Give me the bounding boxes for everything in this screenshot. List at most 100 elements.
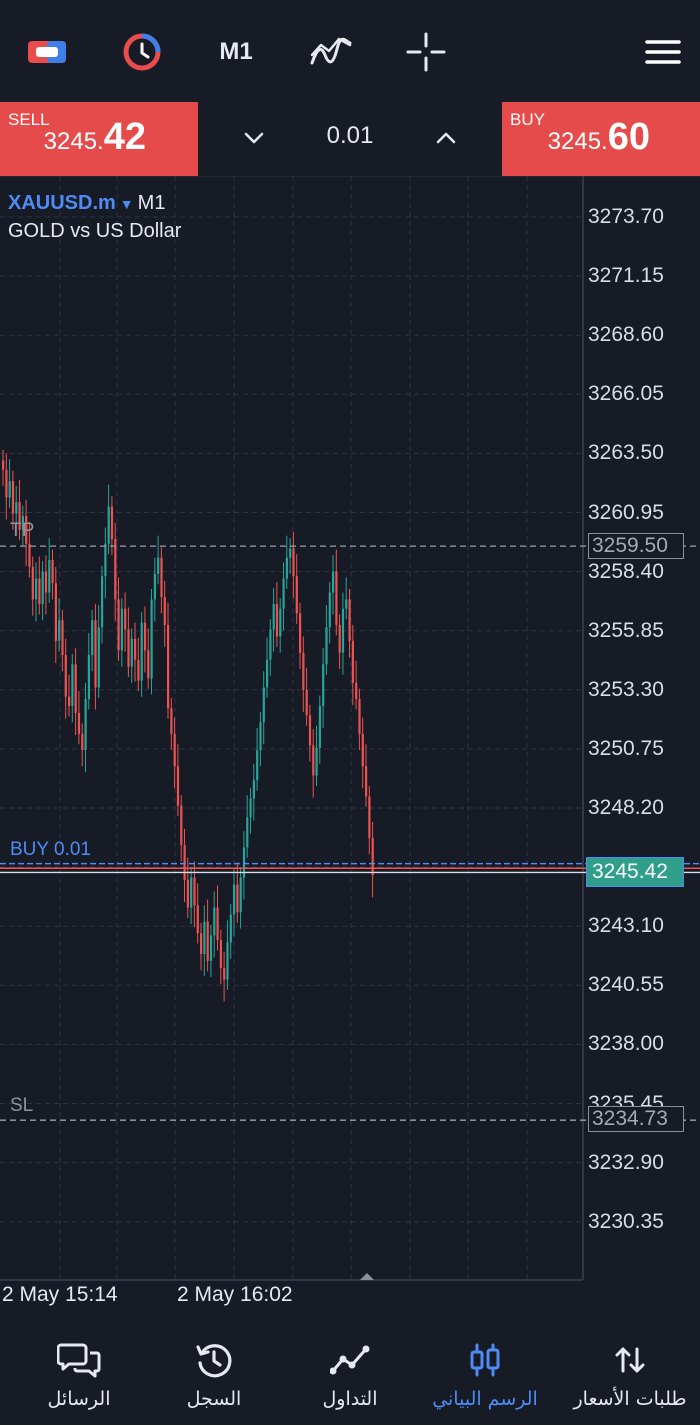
nav-item-history[interactable]: السجل <box>144 1316 284 1425</box>
candle-body <box>282 578 285 609</box>
axis-price-label: 3243.10 <box>588 914 664 938</box>
axis-price-label: 3266.05 <box>588 382 664 406</box>
candle-body <box>167 624 170 709</box>
symbol-name[interactable]: XAUUSD.m <box>8 192 116 214</box>
candle-body <box>262 687 265 723</box>
candle-body <box>48 560 51 593</box>
candle-body <box>31 566 34 600</box>
axis-price-label: 3271.15 <box>588 264 664 288</box>
candle-body <box>203 921 206 955</box>
account-toggle-icon[interactable] <box>22 24 72 80</box>
candle-body <box>348 599 351 642</box>
history-icon <box>144 1340 284 1380</box>
candle-body <box>213 907 216 936</box>
candle-body <box>206 921 209 961</box>
axis-price-label: 3263.50 <box>588 441 664 465</box>
candle-body <box>5 469 8 498</box>
candle-body <box>87 655 90 700</box>
sell-button[interactable]: SELL 3245.42 <box>0 102 198 176</box>
chevron-down-icon <box>244 132 264 144</box>
candle-body <box>150 599 153 679</box>
timeframe-button[interactable]: M1 <box>210 24 262 80</box>
candle-body <box>351 641 354 683</box>
candle-body <box>239 877 242 913</box>
position-label[interactable]: BUY 0.01 <box>10 839 91 861</box>
candle-body <box>219 940 222 968</box>
one-click-trading-icon[interactable] <box>116 24 168 80</box>
candle-body <box>163 597 166 625</box>
candle-body <box>292 548 295 577</box>
candle-body <box>140 622 143 681</box>
candle-body <box>315 747 318 776</box>
candle-body <box>269 629 272 660</box>
candle-body <box>355 682 358 700</box>
nav-item-chart[interactable]: الرسم البياني <box>415 1316 555 1425</box>
axis-price-label: 3248.20 <box>588 796 664 819</box>
volume-value[interactable]: 0.01 <box>298 122 402 150</box>
candle-body <box>186 879 189 908</box>
candle-body <box>35 578 38 600</box>
symbol-header[interactable]: XAUUSD.m ▼ M1 <box>8 192 165 215</box>
candle-body <box>302 652 305 690</box>
candle-body <box>77 712 81 734</box>
candle-body <box>312 745 315 776</box>
candle-body <box>358 699 361 734</box>
buy-price: 3245.60 <box>548 116 650 159</box>
sl-label: SL <box>10 1095 34 1116</box>
candle-body <box>285 557 288 579</box>
candle-body <box>236 884 239 913</box>
candle-body <box>124 608 127 630</box>
caret-down-icon[interactable]: ▼ <box>120 196 134 212</box>
candle-body <box>183 845 186 880</box>
candle-body <box>209 935 213 961</box>
candle-body <box>74 664 77 713</box>
candle-body <box>54 583 57 642</box>
candle-body <box>266 659 269 688</box>
candle-body <box>11 481 15 514</box>
candle-body <box>252 780 255 799</box>
candle-body <box>173 733 176 767</box>
crosshair-icon[interactable] <box>400 24 452 80</box>
candle-body <box>295 576 298 614</box>
candle-body <box>130 638 133 667</box>
menu-icon[interactable] <box>638 24 688 80</box>
candle-body <box>299 613 302 653</box>
volume-decrease-button[interactable] <box>236 120 272 156</box>
candle-body <box>361 733 364 767</box>
axis-price-label: 3232.90 <box>588 1150 664 1174</box>
candle-body <box>318 706 321 748</box>
candle-body <box>58 620 61 642</box>
one-click-trade-panel: SELL 3245.42 0.01 BUY 3245.60 <box>0 102 700 176</box>
nav-item-trade[interactable]: التداول <box>280 1316 420 1425</box>
candle-body <box>107 506 110 544</box>
volume-increase-button[interactable] <box>428 120 464 156</box>
nav-label-chart: الرسم البياني <box>432 1388 538 1410</box>
candle-body <box>44 571 48 593</box>
candle-body <box>259 722 262 751</box>
candle-body <box>249 798 252 818</box>
candle-body <box>338 624 341 653</box>
candle-body <box>246 817 249 848</box>
axis-price-label: 3253.30 <box>588 677 664 701</box>
nav-item-quotes[interactable]: طلبات الأسعار <box>560 1316 700 1425</box>
candle-body <box>120 608 123 651</box>
sell-price: 3245.42 <box>44 116 146 159</box>
nav-label-trade: التداول <box>322 1388 378 1410</box>
price-chart[interactable]: XAUUSD.m ▼ M1 GOLD vs US Dollar TP SL BUY … <box>0 176 700 1316</box>
volume-control: 0.01 <box>198 102 502 176</box>
candle-body <box>97 627 100 688</box>
candle-body <box>305 689 308 716</box>
candle-body <box>64 655 67 697</box>
candle-body <box>332 571 335 593</box>
candle-body <box>322 664 325 707</box>
axis-price-label: 3273.70 <box>588 205 664 228</box>
buy-button[interactable]: BUY 3245.60 <box>502 102 700 176</box>
indicators-icon[interactable] <box>305 24 357 80</box>
candle-body <box>368 796 371 839</box>
candle-body <box>127 629 130 667</box>
candle-body <box>117 599 120 651</box>
nav-item-messages[interactable]: الرسائل <box>9 1316 149 1425</box>
axis-price-label: 3255.85 <box>588 618 664 642</box>
candle-body <box>15 502 18 514</box>
buy-label: BUY <box>510 110 545 129</box>
